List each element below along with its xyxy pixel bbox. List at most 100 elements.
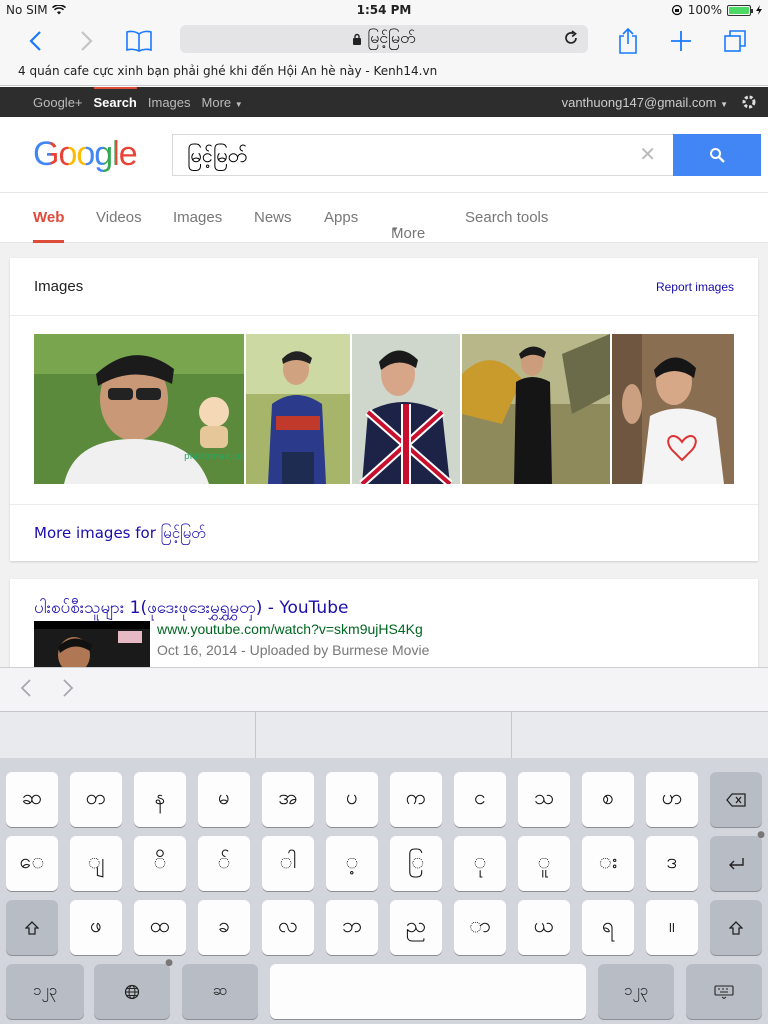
key[interactable]: ာ: [454, 900, 506, 955]
shift-key-left[interactable]: [6, 900, 58, 955]
search-header: Google မြင့်မြတ် ✕: [0, 117, 768, 193]
keyboard-dismiss-icon: [714, 984, 734, 999]
key[interactable]: ဖ: [70, 900, 122, 955]
search-button[interactable]: [673, 134, 761, 176]
image-thumbnail[interactable]: [352, 334, 460, 484]
key[interactable]: ယ: [518, 900, 570, 955]
gear-icon[interactable]: [740, 93, 758, 111]
tab-web[interactable]: Web: [33, 209, 65, 243]
key[interactable]: အ: [262, 772, 314, 827]
more-images-link[interactable]: More images for မြင့်မြတ်: [34, 524, 206, 546]
google-logo[interactable]: Google: [33, 135, 138, 174]
key[interactable]: ျ: [70, 836, 122, 891]
key[interactable]: ု: [454, 836, 506, 891]
forward-button[interactable]: [70, 24, 104, 58]
key[interactable]: ့: [326, 836, 378, 891]
key[interactable]: န: [134, 772, 186, 827]
globe-key[interactable]: ●: [94, 958, 173, 1019]
address-text: မြင့်မြတ်: [367, 28, 416, 47]
thumbnail-watermark: photomax.com: [184, 452, 244, 462]
gbar-link-images[interactable]: Images: [148, 95, 191, 110]
backspace-key[interactable]: [710, 772, 762, 827]
key[interactable]: ။: [646, 900, 698, 955]
numbers-key-right[interactable]: ၁၂၃: [598, 964, 674, 1019]
image-thumbnail[interactable]: photomax.com: [34, 334, 244, 484]
key[interactable]: ်: [198, 836, 250, 891]
photo-icon: photomax.com: [34, 334, 244, 484]
image-thumbnail[interactable]: [612, 334, 734, 484]
key[interactable]: ည: [390, 900, 442, 955]
space-key[interactable]: [270, 964, 586, 1019]
search-tabs: Web Videos Images News Apps More ▼ Searc…: [0, 193, 768, 243]
tab-news[interactable]: News: [254, 209, 292, 226]
chevron-left-icon: [29, 31, 41, 51]
images-card-header: Images Report images: [10, 258, 758, 316]
address-bar[interactable]: မြင့်မြတ်: [180, 25, 588, 53]
key[interactable]: ူ: [518, 836, 570, 891]
chevron-left-icon[interactable]: [20, 678, 32, 698]
key[interactable]: လ: [262, 900, 314, 955]
photo-icon: [352, 334, 460, 484]
key[interactable]: ဒ: [646, 836, 698, 891]
report-images-link[interactable]: Report images: [656, 280, 734, 294]
tab-images[interactable]: Images: [173, 209, 222, 226]
clock: 1:54 PM: [356, 3, 412, 17]
hide-keyboard-key[interactable]: [686, 964, 762, 1019]
key[interactable]: ဆ: [6, 772, 58, 827]
key[interactable]: ေ: [6, 836, 58, 891]
image-thumbnail[interactable]: [462, 334, 610, 484]
tabs-icon: [724, 30, 746, 52]
key[interactable]: ဟ: [646, 772, 698, 827]
divider: [255, 712, 256, 759]
suggestion-bar: [0, 711, 768, 759]
key[interactable]: ိ: [134, 836, 186, 891]
key[interactable]: တ: [70, 772, 122, 827]
bookmarks-button[interactable]: [122, 24, 156, 58]
key[interactable]: မ: [198, 772, 250, 827]
key[interactable]: ရ: [582, 900, 634, 955]
key[interactable]: က: [390, 772, 442, 827]
key[interactable]: စ: [582, 772, 634, 827]
key[interactable]: ပ: [326, 772, 378, 827]
charging-icon: [756, 5, 762, 15]
gbar-link-more[interactable]: More ▼: [202, 95, 243, 110]
gbar-link-search[interactable]: Search: [93, 87, 138, 110]
key[interactable]: ဘ: [326, 900, 378, 955]
gbar-link-google-plus[interactable]: Google+: [33, 95, 83, 110]
new-tab-button[interactable]: [664, 24, 698, 58]
chevron-right-icon[interactable]: [62, 678, 74, 698]
result-title-link[interactable]: ပါးစပ်စီးသူများ 1(ဖုဒေးဖုဒေးမွှရွှမွှတှ)…: [34, 597, 348, 622]
rotation-lock-icon: [671, 4, 682, 16]
result-meta: Oct 16, 2014 - Uploaded by Burmese Movie: [157, 642, 430, 658]
tabs-button[interactable]: [718, 24, 752, 58]
caret-down-icon: ▼: [391, 225, 399, 234]
dot-icon: ●: [757, 830, 765, 840]
return-key[interactable]: ●: [710, 830, 765, 891]
share-button[interactable]: [611, 24, 645, 58]
reload-icon[interactable]: [562, 29, 580, 47]
symbol-key[interactable]: ဆ: [182, 964, 258, 1019]
key[interactable]: င: [454, 772, 506, 827]
back-button[interactable]: [18, 24, 52, 58]
key[interactable]: း: [582, 836, 634, 891]
key[interactable]: ါ: [262, 836, 314, 891]
account-menu[interactable]: vanthuong147@gmail.com ▼: [562, 95, 728, 110]
key[interactable]: သ: [518, 772, 570, 827]
key[interactable]: ြ: [390, 836, 442, 891]
tab-search-tools[interactable]: Search tools: [465, 209, 548, 226]
myanmar-keyboard: ဆ တ န မ အ ပ က င သ စ ဟ ေ ျ ိ ် ါ ့ ြ ု ူ …: [0, 758, 768, 1024]
results-area: Images Report images photomax.co m: [0, 243, 768, 681]
clear-icon[interactable]: ✕: [639, 142, 656, 166]
image-thumbnail[interactable]: [246, 334, 350, 484]
tab-title[interactable]: 4 quán cafe cực xinh bạn phải ghé khi đế…: [0, 62, 768, 86]
search-input[interactable]: မြင့်မြတ် ✕: [172, 134, 674, 176]
shift-key-right[interactable]: [710, 900, 762, 955]
tab-videos[interactable]: Videos: [96, 209, 142, 226]
caret-down-icon: ▼: [720, 100, 728, 109]
numbers-key-left[interactable]: ၁၂၃: [6, 964, 84, 1019]
tab-apps[interactable]: Apps: [324, 209, 358, 226]
plus-icon: [671, 31, 691, 51]
key[interactable]: ထ: [134, 900, 186, 955]
images-card-title: Images: [34, 278, 84, 295]
key[interactable]: ခ: [198, 900, 250, 955]
